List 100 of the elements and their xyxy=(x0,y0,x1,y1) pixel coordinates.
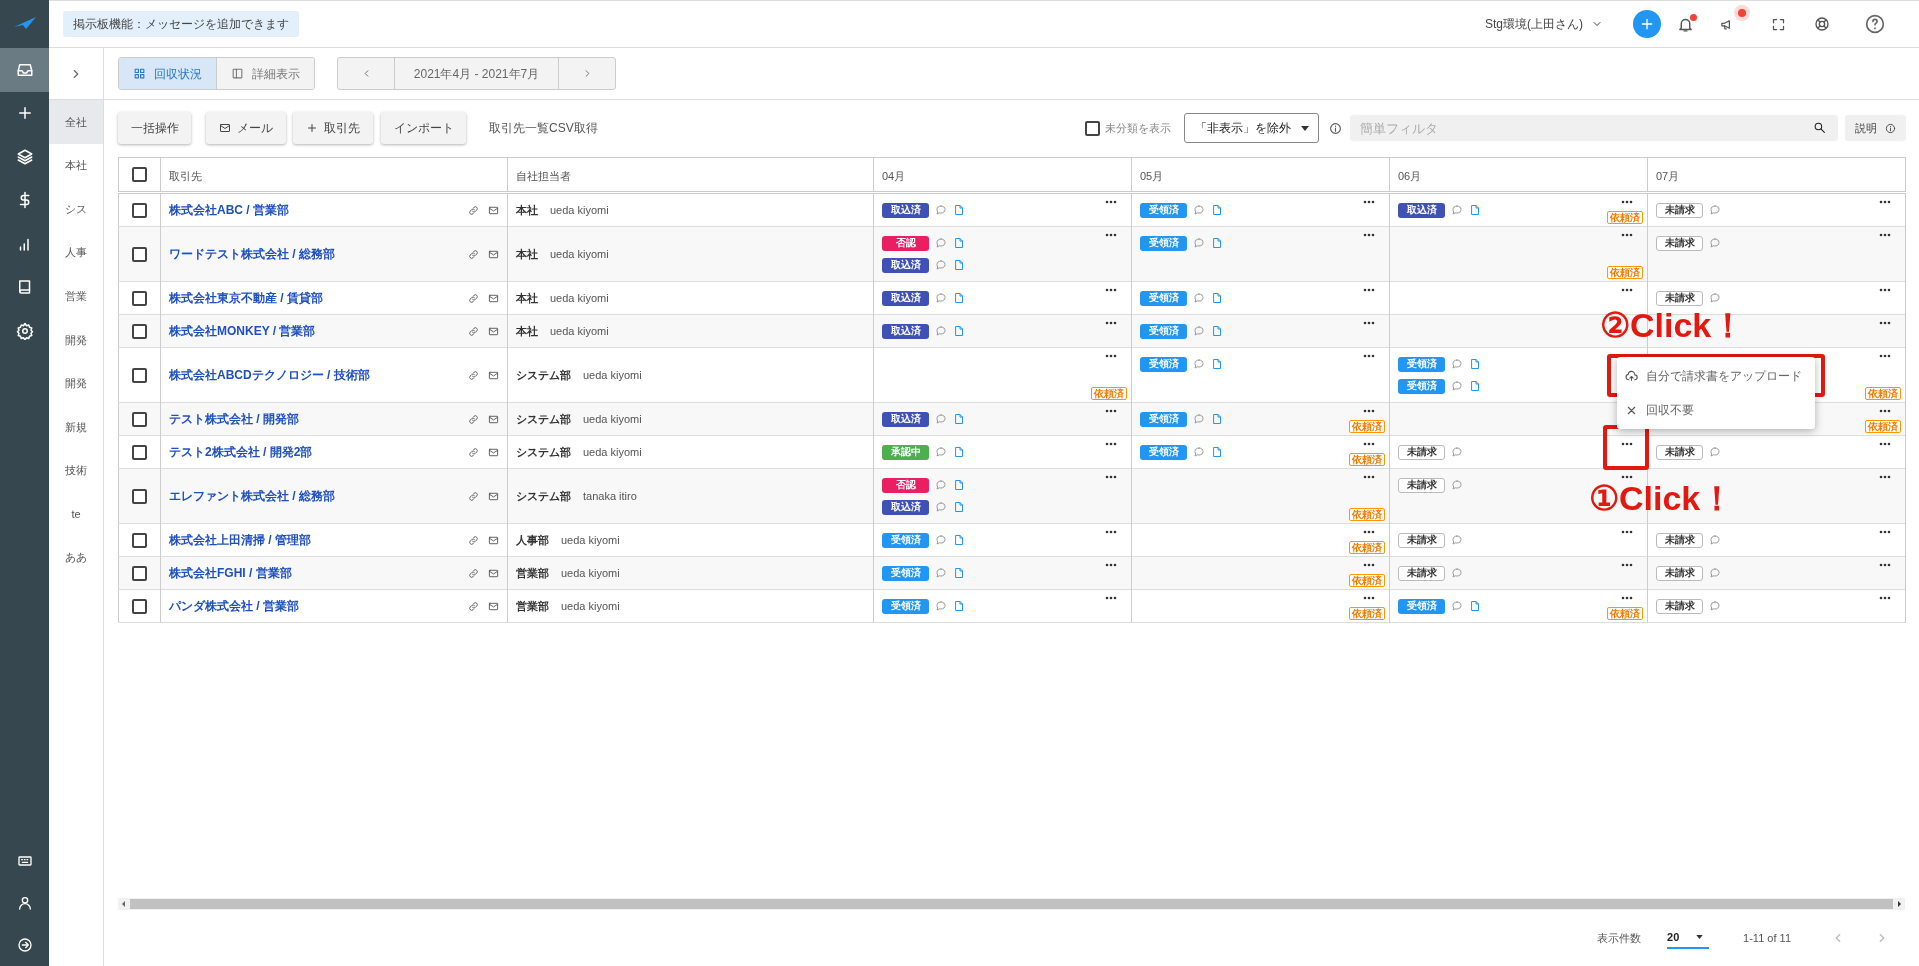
more-icon[interactable] xyxy=(1621,475,1633,479)
more-icon[interactable] xyxy=(1621,288,1633,292)
sidebar-item[interactable]: te xyxy=(49,492,103,536)
help-icon[interactable] xyxy=(1865,14,1885,34)
more-icon[interactable] xyxy=(1105,530,1117,534)
checkbox[interactable] xyxy=(132,323,147,339)
document-icon[interactable] xyxy=(953,204,965,216)
more-icon[interactable] xyxy=(1621,596,1633,600)
action-button[interactable]: インポート xyxy=(381,112,466,144)
person-icon[interactable] xyxy=(16,895,33,911)
document-icon[interactable] xyxy=(953,600,965,612)
checkbox[interactable] xyxy=(132,411,147,427)
status-badge[interactable]: 取込済 xyxy=(882,257,929,273)
mail-icon[interactable] xyxy=(488,292,499,304)
mail-icon[interactable] xyxy=(488,600,499,612)
more-icon[interactable] xyxy=(1363,596,1375,600)
client-link[interactable]: ワードテスト株式会社 / 総務部 xyxy=(169,245,335,263)
more-icon[interactable] xyxy=(1105,321,1117,325)
rows-per-page-select[interactable]: 20 xyxy=(1667,927,1710,949)
document-icon[interactable] xyxy=(1211,446,1223,458)
checkbox[interactable] xyxy=(132,565,147,581)
document-icon[interactable] xyxy=(953,413,965,425)
document-icon[interactable] xyxy=(1469,204,1481,216)
more-icon[interactable] xyxy=(1879,321,1891,325)
document-icon[interactable] xyxy=(1211,292,1223,304)
action-button[interactable]: 一括操作 xyxy=(118,112,191,144)
checkbox[interactable] xyxy=(132,290,147,306)
more-icon[interactable] xyxy=(1621,233,1633,237)
client-link[interactable]: エレファント株式会社 / 総務部 xyxy=(169,487,335,505)
status-badge[interactable]: 未請求 xyxy=(1398,532,1445,548)
link-icon[interactable] xyxy=(468,534,479,546)
more-icon[interactable] xyxy=(1621,530,1633,534)
status-badge[interactable]: 取込済 xyxy=(882,323,929,339)
mail-icon[interactable] xyxy=(488,534,499,546)
client-link[interactable]: 株式会社ABCDテクノロジー / 技術部 xyxy=(169,366,370,384)
more-icon[interactable] xyxy=(1363,233,1375,237)
client-link[interactable]: テスト2株式会社 / 開発2部 xyxy=(169,443,313,461)
link-icon[interactable] xyxy=(468,567,479,579)
menu-item[interactable]: 自分で請求書をアップロード xyxy=(1617,359,1815,393)
more-icon[interactable] xyxy=(1879,409,1891,413)
mail-icon[interactable] xyxy=(488,490,499,502)
link-icon[interactable] xyxy=(468,446,479,458)
status-badge[interactable]: 未請求 xyxy=(1656,202,1703,218)
more-icon[interactable] xyxy=(1621,563,1633,567)
document-icon[interactable] xyxy=(1469,380,1481,392)
client-link[interactable]: パンダ株式会社 / 営業部 xyxy=(169,597,299,615)
nav-item[interactable] xyxy=(0,48,49,92)
help-button[interactable]: 説明 xyxy=(1845,115,1906,141)
more-icon[interactable] xyxy=(1105,200,1117,204)
document-icon[interactable] xyxy=(1469,358,1481,370)
more-icon[interactable] xyxy=(1621,442,1633,446)
checkbox[interactable] xyxy=(132,532,147,548)
document-icon[interactable] xyxy=(1211,325,1223,337)
more-icon[interactable] xyxy=(1363,200,1375,204)
sidebar-item[interactable]: 開発 xyxy=(49,317,103,362)
client-link[interactable]: 株式会社MONKEY / 営業部 xyxy=(169,322,316,340)
more-icon[interactable] xyxy=(1363,442,1375,446)
sidebar-item[interactable]: 技術 xyxy=(49,448,103,493)
link-icon[interactable] xyxy=(468,248,479,260)
checkbox[interactable] xyxy=(1085,120,1101,136)
mail-icon[interactable] xyxy=(488,325,499,337)
mail-icon[interactable] xyxy=(488,369,499,381)
csv-download-link[interactable]: 取引先一覧CSV取得 xyxy=(489,119,598,137)
lifebuoy-icon[interactable] xyxy=(1814,16,1830,32)
client-link[interactable]: テスト株式会社 / 開発部 xyxy=(169,410,299,428)
sidebar-item[interactable]: 新規 xyxy=(49,405,103,449)
status-badge[interactable]: 未請求 xyxy=(1656,444,1703,460)
more-icon[interactable] xyxy=(1363,321,1375,325)
horizontal-scrollbar[interactable] xyxy=(118,898,1905,910)
link-icon[interactable] xyxy=(468,292,479,304)
menu-item[interactable]: 回収不要 xyxy=(1617,393,1815,427)
more-icon[interactable] xyxy=(1105,442,1117,446)
client-link[interactable]: 株式会社FGHI / 営業部 xyxy=(169,564,292,582)
document-icon[interactable] xyxy=(953,292,965,304)
more-icon[interactable] xyxy=(1105,475,1117,479)
document-icon[interactable] xyxy=(953,325,965,337)
document-icon[interactable] xyxy=(953,446,965,458)
link-icon[interactable] xyxy=(468,413,479,425)
exit-icon[interactable] xyxy=(16,937,33,953)
document-icon[interactable] xyxy=(953,237,965,249)
checkbox[interactable] xyxy=(132,202,147,218)
more-icon[interactable] xyxy=(1363,288,1375,292)
mail-icon[interactable] xyxy=(488,567,499,579)
mail-icon[interactable] xyxy=(488,248,499,260)
status-badge[interactable]: 否認 xyxy=(882,235,929,251)
account-selector[interactable]: Stg環境(上田さん) xyxy=(1485,15,1603,33)
more-icon[interactable] xyxy=(1879,288,1891,292)
sidebar-item[interactable]: 全社 xyxy=(49,100,103,144)
fullscreen-icon[interactable] xyxy=(1771,16,1786,32)
more-icon[interactable] xyxy=(1105,233,1117,237)
more-icon[interactable] xyxy=(1879,475,1891,479)
status-badge[interactable]: 未請求 xyxy=(1656,598,1703,614)
document-icon[interactable] xyxy=(1211,237,1223,249)
status-badge[interactable]: 未請求 xyxy=(1656,532,1703,548)
more-icon[interactable] xyxy=(1105,288,1117,292)
status-badge[interactable]: 取込済 xyxy=(882,499,929,515)
more-icon[interactable] xyxy=(1621,200,1633,204)
status-badge[interactable]: 未請求 xyxy=(1398,477,1445,493)
more-icon[interactable] xyxy=(1879,442,1891,446)
action-button[interactable]: 取引先 xyxy=(293,112,373,144)
